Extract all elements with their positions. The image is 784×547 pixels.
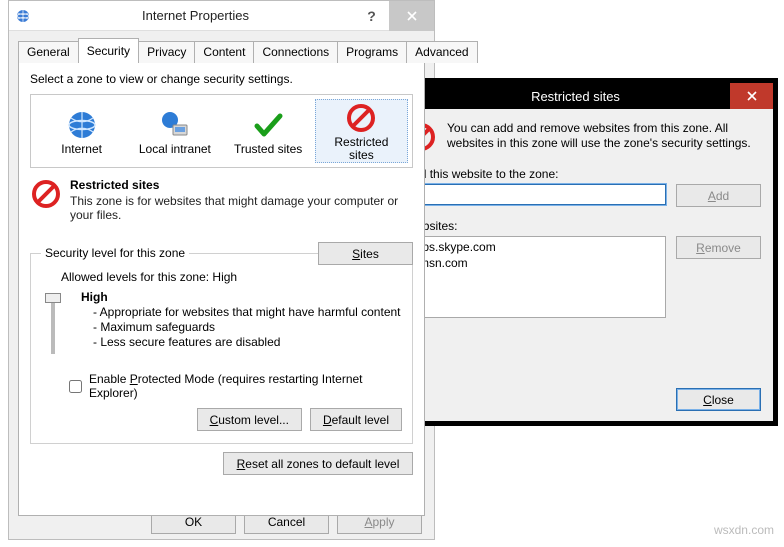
zone-detail-desc: This zone is for websites that might dam…: [70, 194, 413, 222]
custom-level-button[interactable]: Custom level...: [197, 408, 302, 431]
security-description: High - Appropriate for websites that mig…: [73, 290, 401, 362]
tab-programs[interactable]: Programs: [337, 41, 407, 63]
tab-strip: General Security Privacy Content Connect…: [18, 38, 425, 62]
zone-local-intranet[interactable]: Local intranet: [128, 99, 221, 163]
list-item[interactable]: g.msn.com: [409, 255, 662, 271]
protected-mode-row[interactable]: Enable Protected Mode (requires restarti…: [65, 372, 402, 400]
add-row: Add: [405, 184, 761, 207]
tab-connections[interactable]: Connections: [253, 41, 338, 63]
tab-panel-security: Select a zone to view or change security…: [18, 61, 425, 516]
tab-content[interactable]: Content: [194, 41, 254, 63]
sites-button-label: Sites: [352, 247, 379, 261]
websites-list[interactable]: apps.skype.com g.msn.com: [405, 236, 666, 318]
rs-body: You can add and remove websites from thi…: [393, 109, 773, 421]
zone-detail: Restricted sites This zone is for websit…: [30, 178, 413, 222]
add-button: Add: [676, 184, 761, 207]
rs-title: Restricted sites: [421, 89, 730, 104]
restricted-icon: [345, 102, 377, 134]
zone-label: Trusted sites: [234, 143, 302, 156]
protected-mode-label: Enable Protected Mode (requires restarti…: [89, 372, 402, 400]
level-name: High: [81, 290, 401, 305]
remove-button: Remove: [676, 236, 761, 259]
internet-properties-window: Internet Properties ? General Security P…: [8, 0, 435, 540]
tab-privacy[interactable]: Privacy: [138, 41, 195, 63]
slider-thumb[interactable]: [45, 293, 61, 303]
zone-detail-text: Restricted sites This zone is for websit…: [70, 178, 413, 222]
globe-icon: [66, 109, 98, 141]
restricted-sites-window: Restricted sites You can add and remove …: [388, 78, 778, 426]
security-level-group: Security level for this zone Allowed lev…: [30, 246, 413, 444]
ip-body: General Security Privacy Content Connect…: [9, 31, 434, 525]
check-icon: [252, 109, 284, 141]
security-slider[interactable]: [41, 290, 65, 362]
list-item[interactable]: apps.skype.com: [409, 239, 662, 255]
close-dialog-button[interactable]: Close: [676, 388, 761, 411]
zone-internet[interactable]: Internet: [35, 99, 128, 163]
help-button[interactable]: ?: [354, 1, 389, 31]
sites-button[interactable]: Sites: [318, 242, 413, 265]
zone-label: Restricted sites: [334, 136, 388, 162]
level-line: - Less secure features are disabled: [93, 335, 401, 350]
allowed-levels: Allowed levels for this zone: High: [61, 270, 402, 284]
slider-and-text: High - Appropriate for websites that mig…: [41, 290, 402, 362]
zone-trusted-sites[interactable]: Trusted sites: [222, 99, 315, 163]
intranet-icon: [159, 109, 191, 141]
zone-prompt: Select a zone to view or change security…: [30, 72, 413, 86]
ip-title: Internet Properties: [37, 8, 354, 23]
reset-all-button[interactable]: Reset all zones to default level: [223, 452, 413, 475]
tab-security[interactable]: Security: [78, 38, 139, 62]
close-button[interactable]: [389, 1, 434, 31]
zone-label: Local intranet: [139, 143, 211, 156]
ip-titlebar: Internet Properties ?: [9, 1, 434, 31]
tab-advanced[interactable]: Advanced: [406, 41, 477, 63]
default-level-button[interactable]: Default level: [310, 408, 402, 431]
zone-list: Internet Local intranet Trusted sites: [30, 94, 413, 168]
add-label: Add this website to the zone:: [405, 167, 761, 181]
add-website-input[interactable]: [405, 184, 666, 205]
websites-label: Websites:: [405, 219, 761, 233]
rs-titlebar: Restricted sites: [393, 83, 773, 109]
tab-general[interactable]: General: [18, 41, 79, 63]
rs-intro: You can add and remove websites from thi…: [405, 121, 761, 153]
security-level-legend: Security level for this zone: [41, 246, 189, 260]
zone-label: Internet: [61, 143, 102, 156]
level-line: - Maximum safeguards: [93, 320, 401, 335]
zone-detail-title: Restricted sites: [70, 178, 413, 192]
internet-options-icon: [15, 8, 31, 24]
watermark: wsxdn.com: [714, 523, 774, 537]
rs-close-button[interactable]: [730, 83, 773, 109]
restricted-icon: [30, 178, 62, 210]
zone-restricted-sites[interactable]: Restricted sites: [315, 99, 408, 163]
protected-mode-checkbox[interactable]: [69, 380, 82, 393]
rs-intro-text: You can add and remove websites from thi…: [447, 121, 761, 151]
level-line: - Appropriate for websites that might ha…: [93, 305, 401, 320]
